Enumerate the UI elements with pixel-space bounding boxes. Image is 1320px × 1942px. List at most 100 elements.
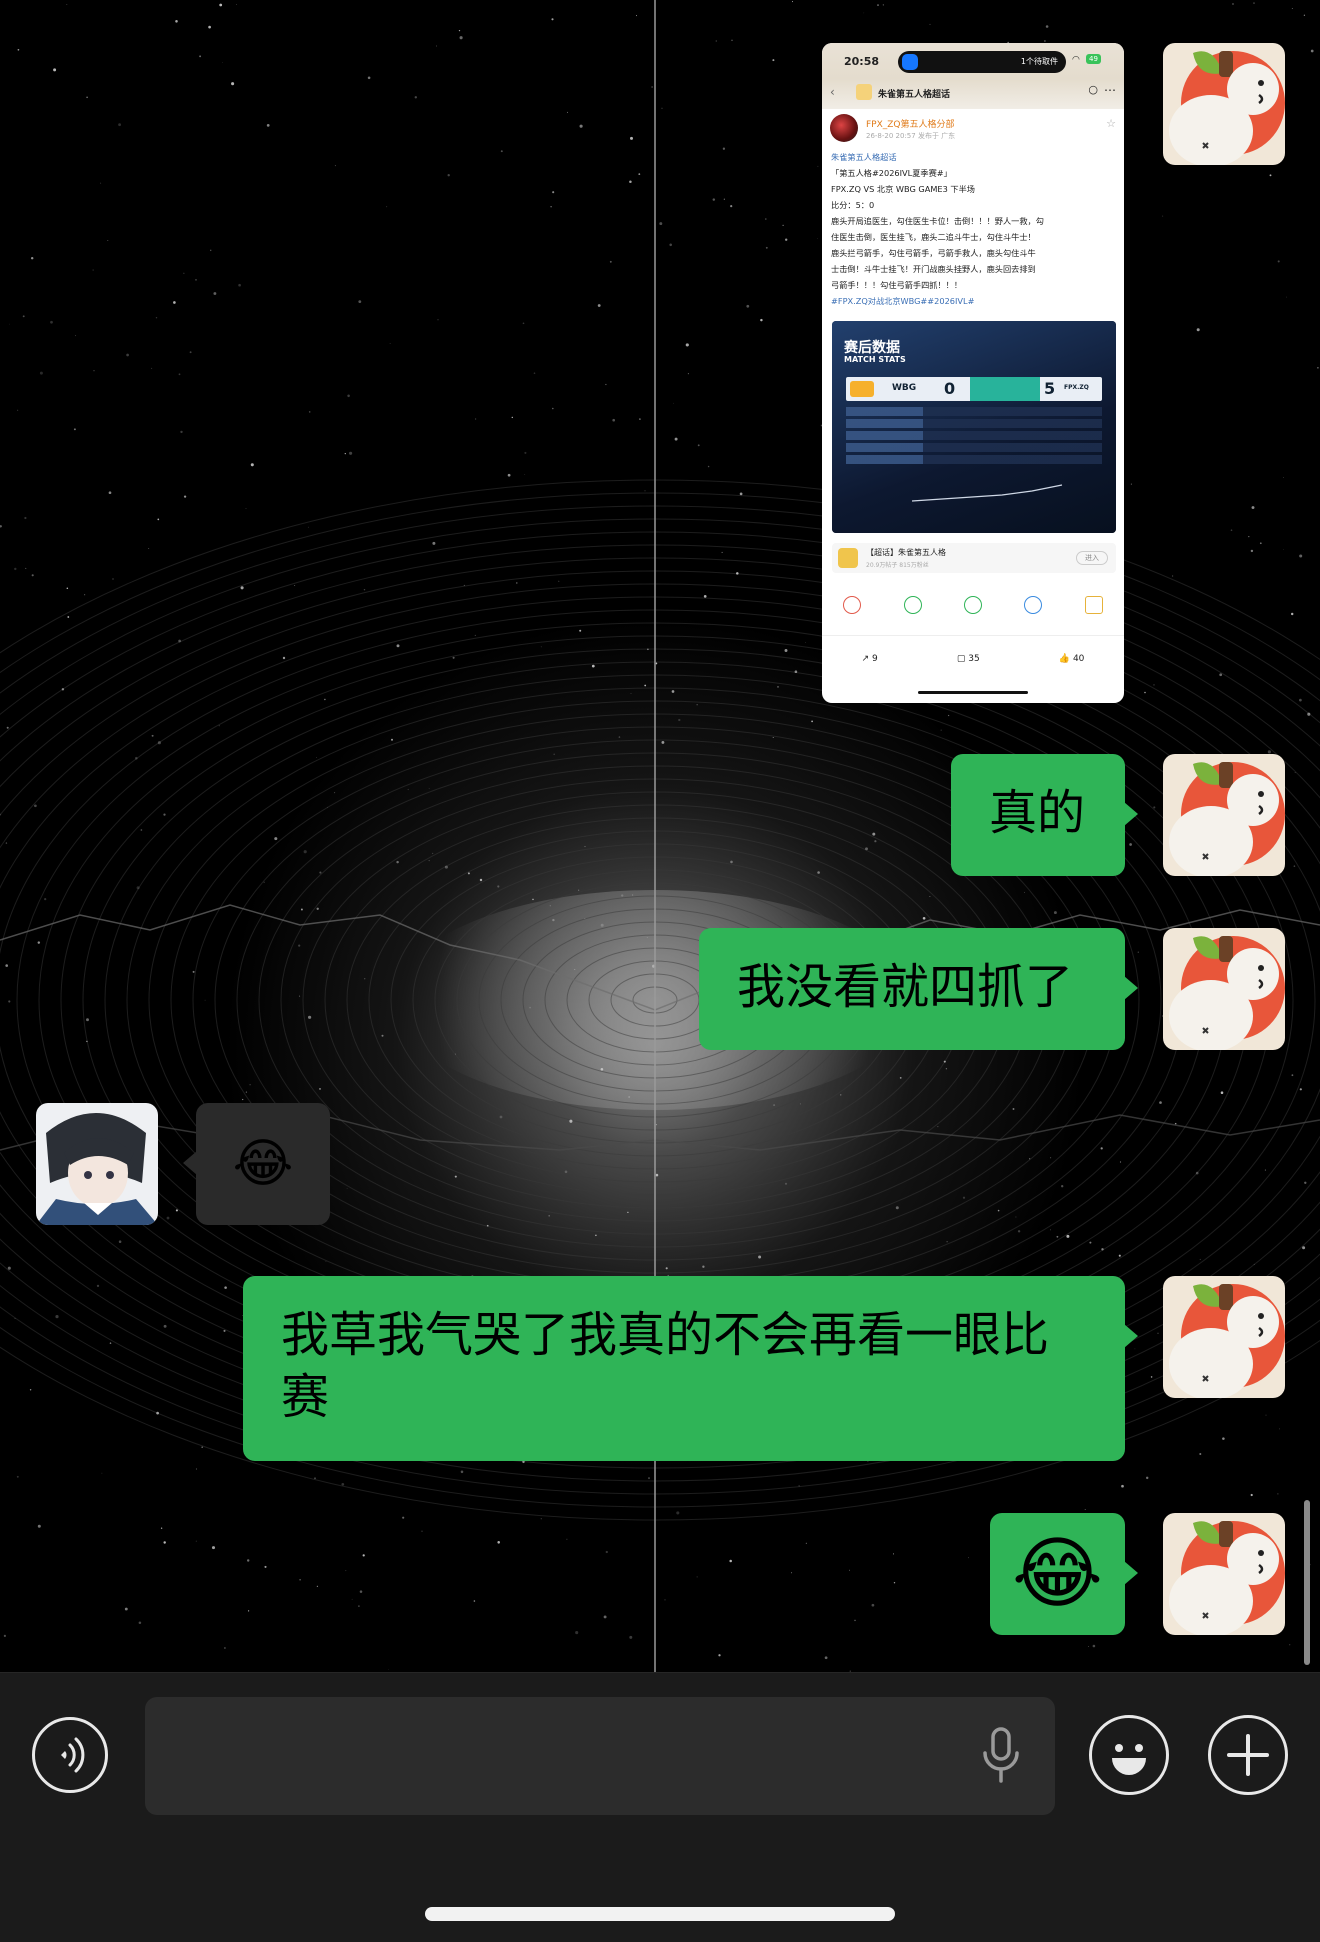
- super-topic-logo-icon: [838, 548, 858, 568]
- laughing-emoji: 😂: [232, 1134, 294, 1194]
- plus-button[interactable]: [1208, 1715, 1288, 1795]
- screenshot-home-indicator: [918, 691, 1028, 694]
- stats-trend-line: [912, 484, 1063, 502]
- author-avatar: [830, 114, 858, 142]
- screenshot-nav-title: 朱雀第五人格超话: [878, 90, 951, 100]
- score-left: 0: [944, 379, 956, 398]
- star-icon: ☆: [1106, 117, 1116, 130]
- stats-table: [846, 407, 1102, 467]
- apple-bunny-avatar-icon: [1163, 928, 1285, 1050]
- screenshot-dynamic-island: 1个待取件: [898, 51, 1066, 73]
- enter-button[interactable]: 进入: [1076, 551, 1108, 565]
- post-topic: 朱雀第五人格超话: [831, 152, 897, 162]
- post-line: 弓箭手！！！勾住弓箭手四抓！！！: [831, 280, 963, 290]
- topic-logo-icon: [856, 84, 872, 100]
- my-message-bubble[interactable]: 我草我气哭了我真的不会再看一眼比赛: [243, 1276, 1138, 1461]
- microphone-icon[interactable]: [979, 1727, 1023, 1785]
- post-action-bar: ↗ 9 ▢ 35 👍 40: [822, 635, 1124, 682]
- post-line: FPX.ZQ VS 北京 WBG GAME3 下半场: [831, 184, 975, 194]
- post-line: 「第五人格#2026IVL夏季赛#」: [831, 168, 952, 178]
- island-text: 1个待取件: [1020, 57, 1058, 66]
- my-message-bubble[interactable]: 真的: [951, 754, 1138, 876]
- voice-button[interactable]: [32, 1717, 108, 1793]
- stats-row: [846, 443, 1102, 452]
- laughing-emoji: 😂: [1011, 1529, 1104, 1619]
- weibo-logo-icon: [850, 381, 874, 397]
- post-body: 「第五人格#2026IVL夏季赛#」 FPX.ZQ VS 北京 WBG GAME3…: [822, 165, 1124, 293]
- post-meta: 26-8-20 20:57 发布于 广东: [866, 132, 956, 140]
- voice-icon: [61, 1737, 85, 1773]
- share-app-icon: [1024, 596, 1043, 614]
- post-line: 士击倒！斗牛士挂飞！开门战鹿头挂野人，鹿头回去排到: [831, 264, 1036, 274]
- image-message-screenshot[interactable]: 20:58 1个待取件 ◠ 49 ‹ 朱雀第五人格超话 ⋯ ○ FPX_ZQ第五…: [822, 43, 1124, 703]
- scoreboard: WBG 0 5 FPX.ZQ: [846, 377, 1102, 401]
- chat-input-bar: [0, 1672, 1320, 1942]
- my-avatar[interactable]: [1163, 1513, 1285, 1635]
- share-apps-row: [822, 591, 1124, 619]
- like-action[interactable]: 👍 40: [1059, 654, 1085, 664]
- message-text: 我没看就四抓了: [737, 959, 1074, 1015]
- super-topic-name: 【超话】朱雀第五人格: [866, 548, 946, 557]
- contact-avatar[interactable]: [36, 1103, 158, 1225]
- post-line: 比分：5：0: [831, 200, 875, 210]
- apple-bunny-avatar-icon: [1163, 1513, 1285, 1635]
- wifi-icon: ◠: [1072, 55, 1080, 65]
- apple-bunny-avatar-icon: [1163, 754, 1285, 876]
- share-app-icon: [963, 596, 982, 614]
- plus-icon: [1227, 1734, 1269, 1776]
- screenshot-status-bar: 20:58 1个待取件 ◠ 49: [822, 43, 1124, 79]
- my-avatar[interactable]: [1163, 928, 1285, 1050]
- post-line: 住医生击倒，医生挂飞，鹿头二追斗牛士，勾住斗牛士！: [831, 232, 1036, 242]
- stats-row: [846, 407, 1102, 416]
- stats-row: [846, 431, 1102, 440]
- share-app-icon: [903, 596, 922, 614]
- my-avatar[interactable]: [1163, 43, 1285, 165]
- alipay-icon: [902, 54, 918, 70]
- message-text: 我草我气哭了我真的不会再看一眼比赛: [281, 1307, 1050, 1425]
- more-icon: ⋯: [1104, 83, 1116, 97]
- chat-screen: 20:58 1个待取件 ◠ 49 ‹ 朱雀第五人格超话 ⋯ ○ FPX_ZQ第五…: [0, 0, 1320, 1942]
- comment-icon: ▢: [956, 654, 966, 664]
- comment-action[interactable]: ▢ 35: [957, 654, 980, 664]
- post-hashtags: #FPX.ZQ对战北京WBG##2026IVL#: [831, 296, 975, 306]
- share-icon: ↗: [861, 654, 870, 664]
- stats-row: [846, 455, 1102, 464]
- share-app-icon: [1084, 596, 1103, 614]
- team-left: WBG: [892, 383, 917, 393]
- thumbs-up-icon: 👍: [1058, 654, 1071, 664]
- screenshot-nav-bar: ‹ 朱雀第五人格超话 ⋯ ○: [822, 79, 1124, 109]
- my-message-bubble[interactable]: 我没看就四抓了: [699, 928, 1138, 1050]
- message-input[interactable]: [145, 1697, 1055, 1815]
- anime-character-avatar-icon: [36, 1103, 158, 1225]
- my-avatar[interactable]: [1163, 1276, 1285, 1398]
- stats-subtitle: MATCH STATS: [844, 355, 906, 364]
- stats-row: [846, 419, 1102, 428]
- my-avatar[interactable]: [1163, 754, 1285, 876]
- scrollbar[interactable]: [1304, 1500, 1310, 1665]
- like-count: 40: [1072, 654, 1085, 664]
- post-line: 鹿头开局追医生，勾住医生卡位！击倒！！！野人一救，勾: [831, 216, 1044, 226]
- post-author: FPX_ZQ第五人格分部: [866, 120, 955, 130]
- share-app-icon: [843, 596, 862, 614]
- screenshot-time: 20:58: [844, 55, 880, 68]
- share-action[interactable]: ↗ 9: [862, 654, 878, 664]
- smiley-icon: [1112, 1744, 1146, 1775]
- contact-message-bubble[interactable]: 😂: [183, 1103, 330, 1225]
- my-message-bubble[interactable]: 😂: [990, 1513, 1138, 1635]
- emoji-button[interactable]: [1089, 1715, 1169, 1795]
- stats-title: 赛后数据: [844, 340, 900, 356]
- apple-bunny-avatar-icon: [1163, 43, 1285, 165]
- share-count: 9: [871, 654, 878, 664]
- apple-bunny-avatar-icon: [1163, 1276, 1285, 1398]
- match-stats-image: 赛后数据 MATCH STATS WBG 0 5 FPX.ZQ: [832, 321, 1116, 533]
- team-right: FPX.ZQ: [1064, 384, 1089, 391]
- post-line: 鹿头拦弓箭手，勾住弓箭手，弓箭手救人，鹿头勾住斗牛: [831, 248, 1036, 258]
- score-divider: [970, 377, 1040, 401]
- post-header: FPX_ZQ第五人格分部 26-8-20 20:57 发布于 广东 ☆: [822, 109, 1124, 149]
- home-indicator[interactable]: [425, 1907, 895, 1921]
- message-text: 真的: [989, 785, 1086, 841]
- search-icon: ○: [1088, 83, 1098, 96]
- back-chevron-icon: ‹: [830, 85, 835, 99]
- super-topic-meta: 20.9万帖子 815万粉丝: [866, 562, 929, 569]
- super-topic-card[interactable]: 【超话】朱雀第五人格 20.9万帖子 815万粉丝 进入: [832, 543, 1116, 573]
